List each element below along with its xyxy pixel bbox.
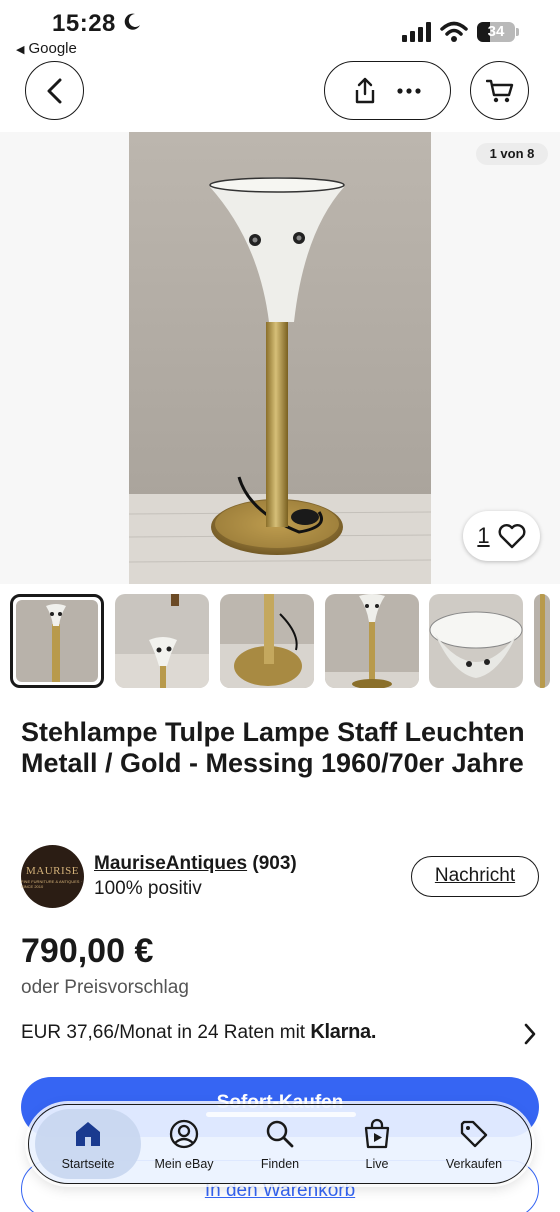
message-button[interactable]: Nachricht bbox=[411, 856, 539, 897]
share-icon[interactable] bbox=[353, 77, 377, 105]
nav-grabber bbox=[206, 1112, 356, 1117]
cart-icon bbox=[485, 79, 513, 102]
thumbnail-2[interactable] bbox=[115, 594, 209, 688]
seller-rating-count: (903) bbox=[252, 853, 297, 874]
listing-title: Stehlampe Tulpe Lampe Staff Leuchten Met… bbox=[21, 717, 525, 778]
more-icon[interactable] bbox=[396, 87, 422, 95]
image-gallery[interactable]: 1 von 8 1 bbox=[0, 132, 560, 584]
nav-search-label: Finden bbox=[260, 1157, 300, 1171]
user-circle-icon bbox=[169, 1119, 199, 1149]
share-more-group bbox=[324, 61, 451, 120]
thumbnail-3[interactable] bbox=[220, 594, 314, 688]
product-photo[interactable] bbox=[129, 132, 431, 584]
thumbnail-1[interactable] bbox=[10, 594, 104, 688]
tag-icon bbox=[460, 1120, 488, 1148]
seller-avatar[interactable]: MAURISE FINE FURNITURE & ANTIQUES · SINC… bbox=[21, 845, 84, 908]
status-bar: 15:28 ◀ Google 34 bbox=[0, 0, 560, 62]
best-offer-label: oder Preisvorschlag bbox=[21, 977, 189, 998]
nav-sell[interactable]: Verkaufen bbox=[426, 1105, 522, 1183]
nav-sell-label: Verkaufen bbox=[445, 1157, 503, 1171]
avatar-brand-text: MAURISE bbox=[25, 864, 79, 877]
live-bag-icon bbox=[364, 1118, 390, 1149]
watch-count: 1 bbox=[477, 523, 490, 548]
thumbnail-strip[interactable] bbox=[0, 594, 560, 690]
search-icon bbox=[266, 1120, 294, 1148]
seller-name[interactable]: MauriseAntiques bbox=[94, 853, 247, 874]
watch-button[interactable]: 1 bbox=[463, 511, 540, 561]
klarna-installments-row[interactable]: EUR 37,66/Monat in 24 Raten mit Klarna. bbox=[21, 1021, 541, 1047]
chevron-left-icon bbox=[47, 78, 61, 103]
seller-feedback: 100% positiv bbox=[94, 878, 202, 899]
thumbnail-6[interactable] bbox=[534, 594, 550, 688]
home-icon bbox=[76, 1122, 100, 1146]
cart-button[interactable] bbox=[470, 61, 529, 120]
nav-home-label: Startseite bbox=[61, 1157, 115, 1171]
nav-my-ebay-label: Mein eBay bbox=[154, 1157, 214, 1171]
back-button[interactable] bbox=[25, 61, 84, 120]
seller-info[interactable]: MauriseAntiques (903) bbox=[94, 853, 297, 875]
avatar-sub-text: FINE FURNITURE & ANTIQUES · SINCE 2010 bbox=[21, 878, 82, 889]
status-time: 15:28 bbox=[52, 10, 116, 37]
thumbnail-4[interactable] bbox=[325, 594, 419, 688]
nav-live-label: Live bbox=[365, 1157, 389, 1171]
klarna-logo: Klarna. bbox=[310, 1021, 377, 1043]
wifi-icon bbox=[440, 21, 468, 42]
moon-icon bbox=[124, 13, 140, 30]
cellular-signal-icon bbox=[402, 22, 431, 42]
battery-icon: 34 bbox=[477, 22, 515, 42]
nav-home[interactable]: Startseite bbox=[35, 1109, 141, 1179]
battery-level: 34 bbox=[487, 23, 505, 40]
back-app-label: Google bbox=[28, 40, 77, 57]
image-counter: 1 von 8 bbox=[476, 143, 548, 165]
heart-icon bbox=[498, 524, 526, 549]
thumbnail-5[interactable] bbox=[429, 594, 523, 688]
back-to-app-link[interactable]: ◀ Google bbox=[16, 40, 77, 57]
back-triangle-icon: ◀ bbox=[16, 44, 25, 56]
price: 790,00 € bbox=[21, 932, 154, 970]
chevron-right-icon bbox=[524, 1023, 536, 1045]
installments-text: EUR 37,66/Monat in 24 Raten mit bbox=[21, 1022, 306, 1043]
